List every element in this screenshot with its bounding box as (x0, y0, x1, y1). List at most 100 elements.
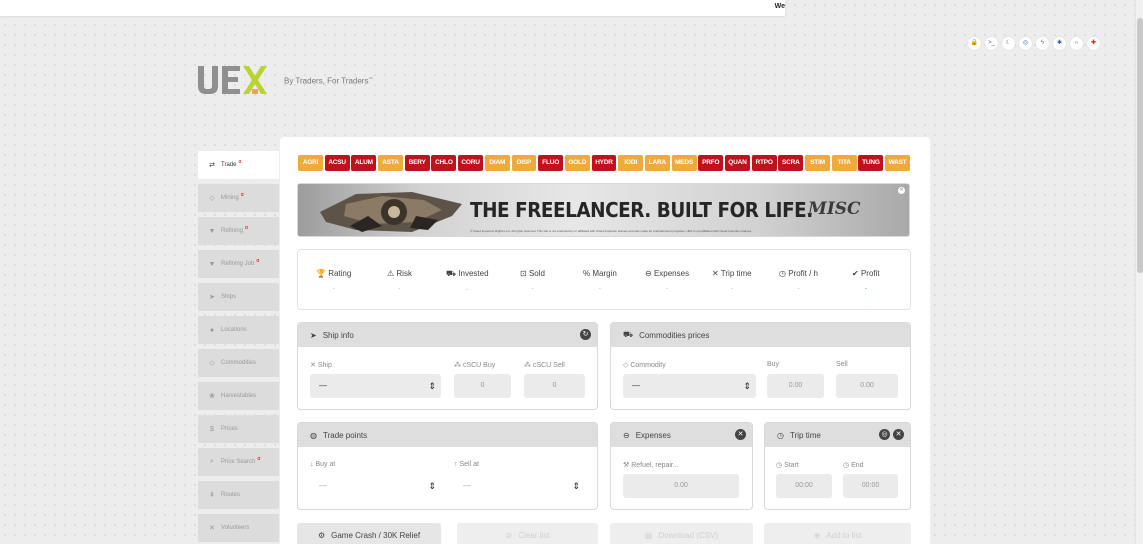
commodity-tag[interactable]: CHLO (431, 155, 457, 171)
bug-icon[interactable]: ✱ (1053, 37, 1066, 50)
sidebar-item-volunteers[interactable]: ✕ Volunteers (198, 514, 279, 542)
clear-icon[interactable]: ✕ (735, 429, 746, 440)
route-icon: ⇞ (209, 492, 215, 499)
add-to-list-button[interactable]: ⊕ Add to list (764, 523, 911, 544)
commodity-tag[interactable]: WAST (885, 155, 911, 171)
commodity-tag[interactable]: TITA (831, 155, 857, 171)
minus-circle-icon: ⊖ (645, 269, 652, 278)
commodity-tag[interactable]: IODI (618, 155, 644, 171)
commodity-tag[interactable]: GOLD (564, 155, 590, 171)
buy-at-label-text: Buy at (315, 461, 336, 468)
terminal-icon[interactable]: >_ (985, 37, 998, 50)
lock-icon[interactable]: 🔒 (968, 37, 981, 50)
sidebar-item-label: Refining (221, 228, 244, 234)
card-title: Trip time (789, 430, 821, 440)
commodity-tag[interactable]: MEDS (671, 155, 697, 171)
stat-value: - (797, 286, 800, 292)
percent-icon: % (583, 269, 591, 278)
target-icon[interactable]: ◎ (879, 429, 890, 440)
card-header: ⛟ Commodities prices (611, 323, 910, 347)
sidebar-item-routes[interactable]: ⇞ Routes (198, 481, 279, 509)
sidebar-item-prices[interactable]: $ Prices (198, 415, 279, 443)
commodity-select-value: — (632, 381, 640, 390)
sell-price-input[interactable]: 0.00 (836, 374, 898, 398)
warning-icon: ⚠ (387, 269, 395, 278)
stat-profit: ✔ Profit - (852, 269, 880, 292)
stat-value: - (466, 287, 469, 293)
close-icon[interactable]: ✕ (898, 187, 905, 194)
top-banner-text: We (774, 3, 785, 10)
start-time-input[interactable]: 00:00 (776, 474, 832, 498)
sidebar-item-mining[interactable]: ◇ Mining α (198, 184, 279, 212)
sidebar-item-locations[interactable]: ● Locations (198, 316, 279, 344)
commodity-tag[interactable]: AGRI (298, 155, 323, 171)
sidebar-item-price-search[interactable]: ⌕ Price Search α (198, 448, 279, 476)
commodity-tag[interactable]: RTPO (751, 155, 777, 171)
commodity-tag[interactable]: BERY (404, 155, 430, 171)
sidebar-item-harvestables[interactable]: ❀ Harvestables (198, 382, 279, 410)
button-label: Game Crash / 30K Relief (331, 530, 421, 540)
commodity-tag[interactable]: SCRA (778, 155, 804, 171)
leaf-icon: ❀ (209, 393, 215, 400)
gem-icon: ◇ (209, 360, 215, 367)
commodity-tag[interactable]: PRFO (698, 155, 724, 171)
buy-at-value: — (319, 481, 327, 490)
scrollbar-thumb[interactable] (1137, 18, 1143, 273)
sell-at-label-text: Sell at (459, 461, 479, 468)
commodity-select[interactable]: — ⇕ (623, 374, 756, 398)
plus-icon[interactable]: ✚ (1087, 37, 1100, 50)
game-crash-button[interactable]: ⚙ Game Crash / 30K Relief (297, 523, 441, 544)
banner-brand: MISC (808, 199, 861, 219)
stat-invested: ⛟ Invested - (446, 269, 489, 293)
commodity-tag[interactable]: DIAM (484, 155, 510, 171)
sidebar-item-trade[interactable]: ⇄ Trade α (198, 151, 279, 179)
buy-at-select[interactable]: — ⇕ (310, 474, 441, 498)
sidebar-item-commodities[interactable]: ◇ Commodities (198, 349, 279, 377)
sidebar-item-ships[interactable]: ➤ Ships (198, 283, 279, 311)
commodity-tag[interactable]: FLUO (538, 155, 564, 171)
commodity-tag[interactable]: ACSU (324, 155, 350, 171)
stat-rating: 🏆 Rating - (316, 269, 351, 292)
cscu-sell-input[interactable]: 0 (524, 374, 585, 398)
target-icon[interactable]: ◎ (1019, 37, 1032, 50)
moon-icon[interactable]: ☾ (1002, 37, 1015, 50)
cscu-buy-input[interactable]: 0 (454, 374, 511, 398)
commodity-tag[interactable]: LARA (644, 155, 670, 171)
refresh-icon[interactable]: ↻ (580, 329, 591, 340)
sidebar-item-refining[interactable]: ▼ Refining α (198, 217, 279, 245)
end-time-input[interactable]: 00:00 (843, 474, 898, 498)
sidebar-item-label: Commodities (221, 360, 257, 366)
clear-icon[interactable]: ✕ (893, 429, 904, 440)
buy-price-input[interactable]: 0.00 (767, 374, 824, 398)
bolt-icon[interactable]: ϟ (1036, 37, 1049, 50)
commodity-tag[interactable]: DISP (511, 155, 537, 171)
sidebar-item-refining-job[interactable]: ▼ Refining Job α (198, 250, 279, 278)
card-title: Ship info (322, 330, 354, 340)
logo[interactable] (196, 62, 268, 98)
stat-label: Rating (328, 269, 352, 278)
commodity-tag[interactable]: ASTA (378, 155, 403, 171)
stat-value: - (666, 286, 669, 292)
ship-select[interactable]: — ⇕ (310, 374, 441, 398)
clear-list-button[interactable]: ⊘ Clear list (457, 523, 598, 544)
end-label-text: End (851, 462, 864, 469)
page-scrollbar[interactable] (1135, 0, 1143, 544)
commodity-tag[interactable]: TUNG (858, 155, 884, 171)
expenses-input[interactable]: 0.00 (623, 474, 739, 498)
ad-banner[interactable]: THE FREELANCER. BUILT FOR LIFE. MISC © C… (297, 183, 910, 237)
commodity-tag[interactable]: STIM (805, 155, 830, 171)
ship-info-card: ➤ Ship info ↻ ✕ Ship — ⇕ ⁂ cSCU Buy 0 ⁂ c… (297, 322, 598, 410)
commodity-tag[interactable]: HYDR (591, 155, 617, 171)
commodity-tag[interactable]: ALUM (351, 155, 377, 171)
ban-icon: ⊘ (505, 530, 513, 540)
ship-label: ✕ Ship (310, 361, 332, 369)
sort-arrows-icon: ⇕ (428, 481, 436, 491)
headset-icon[interactable]: ∩ (1070, 37, 1083, 50)
gem-icon: ◇ (209, 195, 215, 202)
cscu-sell-label-text: cSCU Sell (532, 362, 565, 369)
commodity-tag[interactable]: QUAN (725, 155, 750, 171)
sell-at-select[interactable]: — ⇕ (454, 474, 585, 498)
download-csv-button[interactable]: ▤ Download (CSV) (610, 523, 753, 544)
commodity-tag[interactable]: CORU (458, 155, 484, 171)
alpha-badge: α (238, 159, 242, 165)
